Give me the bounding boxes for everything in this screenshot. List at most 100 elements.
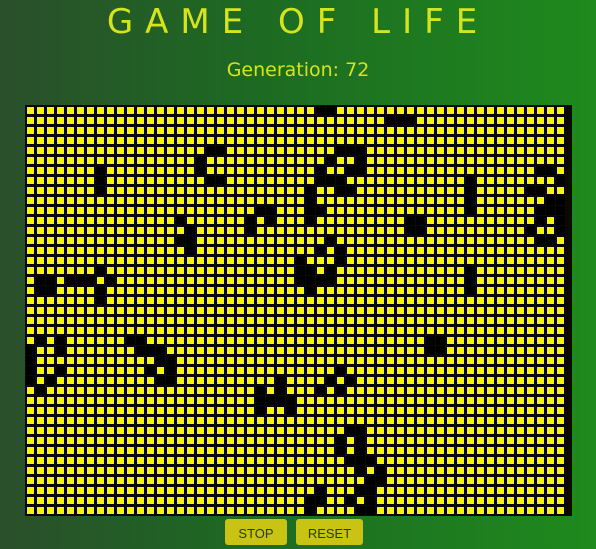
grid-cell[interactable] <box>166 156 175 165</box>
grid-cell[interactable] <box>506 126 515 135</box>
grid-cell[interactable] <box>86 326 95 335</box>
grid-cell[interactable] <box>296 316 305 325</box>
grid-cell[interactable] <box>176 266 185 275</box>
grid-cell[interactable] <box>386 396 395 405</box>
grid-cell[interactable] <box>206 416 215 425</box>
grid-cell[interactable] <box>56 416 65 425</box>
grid-cell[interactable] <box>206 376 215 385</box>
grid-cell[interactable] <box>366 176 375 185</box>
grid-cell[interactable] <box>406 236 415 245</box>
grid-cell[interactable] <box>86 116 95 125</box>
grid-cell[interactable] <box>166 366 175 375</box>
grid-cell[interactable] <box>256 386 265 395</box>
grid-cell[interactable] <box>436 286 445 295</box>
grid-cell[interactable] <box>216 296 225 305</box>
grid-cell[interactable] <box>66 276 75 285</box>
grid-cell[interactable] <box>376 296 385 305</box>
grid-cell[interactable] <box>306 176 315 185</box>
grid-cell[interactable] <box>356 326 365 335</box>
grid-cell[interactable] <box>516 136 525 145</box>
grid-cell[interactable] <box>216 206 225 215</box>
grid-cell[interactable] <box>366 386 375 395</box>
grid-cell[interactable] <box>356 286 365 295</box>
grid-cell[interactable] <box>256 146 265 155</box>
grid-cell[interactable] <box>426 466 435 475</box>
grid-cell[interactable] <box>496 486 505 495</box>
grid-cell[interactable] <box>496 106 505 115</box>
grid-cell[interactable] <box>406 196 415 205</box>
grid-cell[interactable] <box>186 196 195 205</box>
grid-cell[interactable] <box>476 266 485 275</box>
grid-cell[interactable] <box>96 496 105 505</box>
grid-cell[interactable] <box>136 476 145 485</box>
grid-cell[interactable] <box>546 246 555 255</box>
grid-cell[interactable] <box>286 166 295 175</box>
grid-cell[interactable] <box>146 396 155 405</box>
grid-cell[interactable] <box>546 426 555 435</box>
grid-cell[interactable] <box>476 326 485 335</box>
grid-cell[interactable] <box>96 266 105 275</box>
grid-cell[interactable] <box>456 316 465 325</box>
grid-cell[interactable] <box>526 486 535 495</box>
grid-cell[interactable] <box>56 336 65 345</box>
grid-cell[interactable] <box>206 406 215 415</box>
grid-cell[interactable] <box>126 216 135 225</box>
grid-cell[interactable] <box>266 236 275 245</box>
grid-cell[interactable] <box>436 336 445 345</box>
grid-cell[interactable] <box>506 396 515 405</box>
grid-cell[interactable] <box>496 266 505 275</box>
grid-cell[interactable] <box>166 396 175 405</box>
grid-cell[interactable] <box>336 246 345 255</box>
grid-cell[interactable] <box>526 256 535 265</box>
grid-cell[interactable] <box>226 226 235 235</box>
grid-cell[interactable] <box>276 276 285 285</box>
grid-cell[interactable] <box>146 286 155 295</box>
grid-cell[interactable] <box>226 166 235 175</box>
grid-cell[interactable] <box>456 136 465 145</box>
grid-cell[interactable] <box>96 126 105 135</box>
grid-cell[interactable] <box>496 506 505 515</box>
grid-cell[interactable] <box>256 396 265 405</box>
grid-cell[interactable] <box>176 456 185 465</box>
grid-cell[interactable] <box>126 186 135 195</box>
grid-cell[interactable] <box>266 476 275 485</box>
grid-cell[interactable] <box>136 246 145 255</box>
grid-cell[interactable] <box>186 466 195 475</box>
grid-cell[interactable] <box>26 166 35 175</box>
grid-cell[interactable] <box>446 306 455 315</box>
grid-cell[interactable] <box>116 396 125 405</box>
grid-cell[interactable] <box>256 326 265 335</box>
grid-cell[interactable] <box>356 376 365 385</box>
grid-cell[interactable] <box>266 506 275 515</box>
grid-cell[interactable] <box>336 266 345 275</box>
grid-cell[interactable] <box>336 386 345 395</box>
grid-cell[interactable] <box>106 196 115 205</box>
grid-cell[interactable] <box>26 436 35 445</box>
grid-cell[interactable] <box>466 316 475 325</box>
grid-cell[interactable] <box>336 356 345 365</box>
grid-cell[interactable] <box>166 456 175 465</box>
grid-cell[interactable] <box>436 126 445 135</box>
grid-cell[interactable] <box>446 246 455 255</box>
grid-cell[interactable] <box>196 406 205 415</box>
grid-cell[interactable] <box>466 376 475 385</box>
grid-cell[interactable] <box>186 356 195 365</box>
grid-cell[interactable] <box>456 346 465 355</box>
grid-cell[interactable] <box>376 146 385 155</box>
grid-cell[interactable] <box>376 416 385 425</box>
grid-cell[interactable] <box>136 406 145 415</box>
grid-cell[interactable] <box>36 256 45 265</box>
grid-cell[interactable] <box>416 456 425 465</box>
grid-cell[interactable] <box>96 376 105 385</box>
grid-cell[interactable] <box>476 386 485 395</box>
grid-cell[interactable] <box>106 146 115 155</box>
grid-cell[interactable] <box>446 296 455 305</box>
grid-cell[interactable] <box>336 216 345 225</box>
grid-cell[interactable] <box>46 436 55 445</box>
grid-cell[interactable] <box>66 396 75 405</box>
grid-cell[interactable] <box>186 246 195 255</box>
grid-cell[interactable] <box>496 116 505 125</box>
grid-cell[interactable] <box>76 236 85 245</box>
grid-cell[interactable] <box>476 376 485 385</box>
grid-cell[interactable] <box>216 176 225 185</box>
